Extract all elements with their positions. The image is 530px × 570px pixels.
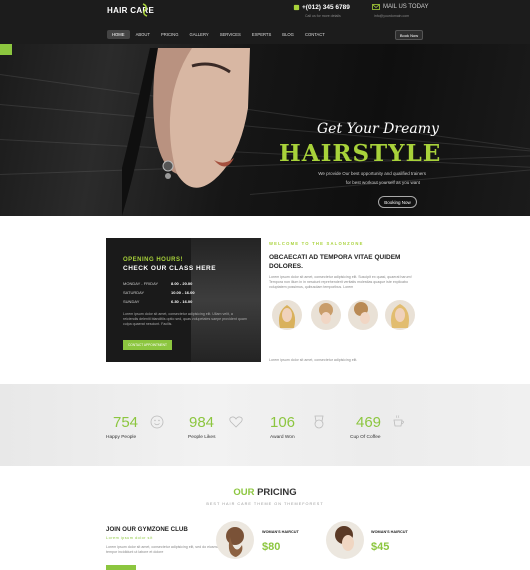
nav-home[interactable]: HOME — [107, 29, 130, 39]
stat-number: 106 — [270, 414, 296, 431]
hairstyle-avatar — [272, 300, 302, 330]
salon-interior-image — [191, 238, 261, 362]
about-text: Lorem ipsum dolor sit amet, consectetur … — [269, 275, 412, 290]
join-button[interactable] — [106, 565, 136, 570]
hours-time: 8.00 - 20.00 — [171, 281, 193, 286]
stat-label: Cup Of Coffee — [350, 435, 381, 440]
mail-label: MAIL US TODAY — [383, 4, 429, 10]
nav-pricing[interactable]: PRICING — [156, 30, 183, 39]
book-now-button[interactable]: Book Now — [395, 30, 423, 40]
nav-gallery[interactable]: GALLERY — [184, 30, 213, 39]
phone-caption: Call us for more details — [305, 14, 341, 18]
haircut-image — [216, 521, 254, 559]
hours-day: SUNDAY — [123, 299, 140, 304]
plan-price: $80 — [262, 541, 281, 553]
nav-services[interactable]: SERVICES — [215, 30, 246, 39]
mail-address[interactable]: info@yourdomain.com — [374, 14, 409, 18]
heart-icon — [229, 416, 243, 428]
stat-number: 754 — [113, 414, 139, 431]
hairstyle-avatar — [311, 300, 341, 330]
stat-label: People Likes — [188, 435, 216, 440]
hero-headline: HAIRSTYLE — [279, 140, 442, 167]
hero-title: Get Your Dreamy — [317, 121, 439, 137]
hours-time: 10.00 - 16.00 — [171, 290, 195, 295]
hero-text: for best workout yourself as you want — [345, 180, 420, 185]
hours-day: SATURDAY — [123, 290, 145, 295]
plan-price: $45 — [371, 541, 390, 553]
mail-icon — [372, 4, 380, 10]
haircut-image — [326, 521, 364, 559]
hairstyle-avatar — [385, 300, 415, 330]
nav-experts[interactable]: EXPERTS — [247, 30, 276, 39]
join-text: Lorem ipsum dolor sit amet, consectetur … — [106, 545, 221, 555]
plan-label: WOMAN'S HAIRCUT — [371, 530, 408, 534]
hero-slider: Get Your Dreamy HAIRSTYLE We provide Our… — [0, 44, 530, 216]
page: HAIR CARE +(012) 345 6789 Call us for mo… — [0, 0, 530, 570]
stats-section: 754 Happy People 984 People Likes 106 Aw… — [0, 384, 530, 466]
join-title: JOIN OUR GYMZONE CLUB — [106, 526, 188, 533]
booking-now-button[interactable]: Booking Now — [378, 196, 417, 208]
pricing-title-accent: OUR — [233, 487, 255, 498]
plan-label: WOMAN'S HAIRCUT — [262, 530, 299, 534]
model-face-image — [122, 48, 250, 216]
stat-number: 469 — [356, 414, 382, 431]
join-subtitle: Lorem ipsum dolor sit — [106, 536, 153, 540]
coffee-icon — [393, 415, 404, 427]
pricing-subtitle: BEST HAIR CARE THEME ON THEMEFOREST — [206, 502, 324, 506]
stat-label: Award Won — [270, 435, 295, 440]
scissors-logo-icon — [142, 3, 148, 17]
about-footnote: Lorem ipsum dolor sit amet, consectetur … — [269, 358, 358, 362]
hours-title: OPENING HOURS! — [123, 257, 184, 263]
hours-day: MONDAY - FRIDAY — [123, 281, 159, 286]
award-icon — [314, 415, 324, 429]
contact-appointment-button[interactable]: CONTACT APPOINTMENT — [123, 340, 172, 350]
header: HAIR CARE +(012) 345 6789 Call us for mo… — [0, 0, 530, 44]
phone-number: +(012) 345 6789 — [302, 4, 350, 11]
stat-number: 984 — [189, 414, 215, 431]
about-title: OBCAECATI AD TEMPORA VITAE QUIDEM DOLORE… — [269, 254, 401, 270]
hours-time: 6.30 - 16.00 — [171, 299, 193, 304]
stat-label: Happy People — [106, 435, 137, 440]
pricing-title: OUR PRICING — [0, 487, 530, 498]
phone-icon — [293, 4, 300, 11]
nav-blog[interactable]: BLOG — [277, 30, 299, 39]
hair-texture — [0, 74, 530, 151]
pricing-title-rest: PRICING — [254, 487, 297, 498]
main-nav: HOME ABOUT PRICING GALLERY SERVICES EXPE… — [107, 29, 331, 39]
hours-description: Lorem ipsum dolor sit amet, consectetur … — [123, 312, 247, 327]
hero-text: We provide Our best opportunity and qual… — [318, 171, 426, 176]
hairstyle-avatar — [348, 300, 378, 330]
nav-about[interactable]: ABOUT — [131, 30, 155, 39]
smile-icon — [150, 415, 164, 429]
hours-subtitle: CHECK OUR CLASS HERE — [123, 265, 217, 272]
nav-contact[interactable]: CONTACT — [300, 30, 330, 39]
welcome-label: WELCOME TO THE SALONZONE — [269, 241, 364, 246]
hair-texture — [0, 155, 530, 175]
settings-tab[interactable] — [0, 44, 12, 55]
